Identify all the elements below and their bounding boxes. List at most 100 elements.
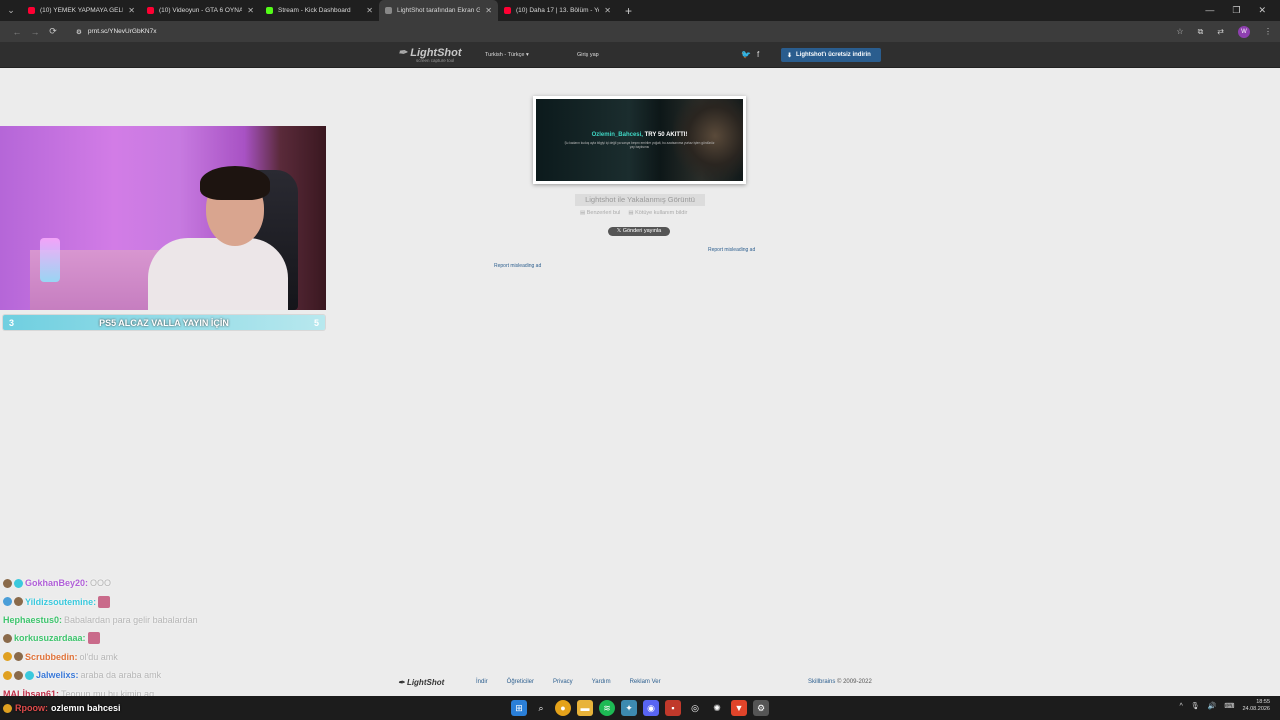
chat-message: korkusuzardaaa: [3, 629, 403, 647]
close-icon[interactable]: ✕ [247, 6, 254, 15]
screenshot-image: Ozlemin_Bahcesi, TRY 50 AKITTI! Şu kadar… [536, 99, 743, 181]
microphone-icon[interactable]: 🎙 [1191, 702, 1200, 710]
close-icon[interactable]: ✕ [366, 6, 373, 15]
bookmark-star-icon[interactable]: ☆ [1176, 27, 1183, 36]
chrome-icon[interactable]: ● [555, 700, 571, 716]
login-link[interactable]: Giriş yap [577, 52, 599, 58]
brave-icon[interactable]: ▼ [731, 700, 747, 716]
emote-icon [87, 632, 100, 645]
chat-user: Scrubbedin: [25, 651, 78, 662]
close-icon[interactable]: ✕ [485, 6, 492, 15]
maximize-icon[interactable]: ❐ [1232, 5, 1240, 16]
caption-title: Lightshot ile Yakalanmış Görüntü [575, 194, 705, 206]
badge-icon [3, 703, 12, 713]
similar-link[interactable]: ▤ Benzerleri bul [580, 210, 620, 216]
obs-icon[interactable]: ✺ [709, 700, 725, 716]
goal-current: 3 [9, 317, 15, 328]
goal-target: 5 [313, 317, 319, 328]
webcam-person [148, 238, 288, 310]
badge-icon [3, 597, 12, 607]
close-icon[interactable]: ✕ [128, 6, 135, 15]
browser-tab[interactable]: (10) YEMEK YAPMAYA GELDİK... ✕ [22, 0, 141, 21]
download-button[interactable]: ⬇ Lightshot'ı ücretsiz indirin [781, 48, 881, 62]
footer-link-advertise[interactable]: Reklam Ver [630, 679, 661, 685]
language-select[interactable]: Turkish - Türkçe ▾ [485, 52, 529, 58]
chat-user: korkusuzardaaa: [14, 633, 86, 644]
clock-time: 18:55 [1256, 699, 1270, 705]
highlight-text: ozlemın bahcesi [51, 703, 121, 713]
spotify-icon[interactable]: ≋ [599, 700, 615, 716]
menu-icon[interactable]: ⋮ [1264, 27, 1272, 36]
footer-link-privacy[interactable]: Privacy [553, 679, 573, 685]
download-icon: ⬇ [787, 52, 793, 59]
footer-link-download[interactable]: İndir [476, 679, 488, 685]
reload-icon[interactable]: ⟳ [44, 26, 62, 37]
clock[interactable]: 18:55 24.08.2026 [1242, 699, 1270, 713]
abuse-link[interactable]: ▤ Kötüye kullanım bildir [628, 210, 687, 216]
footer-logo[interactable]: ✒ LightShot [398, 678, 444, 687]
badge-icon [14, 652, 23, 662]
stream-highlight-message: Rpoow: ozlemın bahcesi [3, 703, 121, 713]
webcam-overlay [0, 126, 326, 310]
file-explorer-icon[interactable]: ▬ [577, 700, 593, 716]
youtube-icon [147, 7, 154, 14]
screenshot-frame[interactable]: Ozlemin_Bahcesi, TRY 50 AKITTI! Şu kadar… [533, 96, 746, 184]
back-icon[interactable]: ← [8, 27, 26, 37]
clock-date: 24.08.2026 [1242, 706, 1270, 712]
chat-user: GokhanBey20: [25, 578, 89, 589]
report-ad-link[interactable]: Report misleading ad [494, 263, 541, 269]
screenshot-title: Ozlemin_Bahcesi, TRY 50 AKITTI! [591, 132, 688, 138]
extensions-icon[interactable]: ⧉ [1198, 27, 1204, 37]
tab-search-icon[interactable]: ⌄ [0, 5, 22, 16]
discord-icon[interactable]: ◉ [643, 700, 659, 716]
browser-tab[interactable]: (10) Daha 17 | 13. Bölüm - YouT... ✕ [498, 0, 617, 21]
system-tray: ^ 🎙 🔊 ⌨ 18:55 24.08.2026 [1179, 699, 1270, 713]
lightshot-logo[interactable]: ✒ LightShot screen capture tool [398, 46, 462, 63]
company-link[interactable]: Skillbrains [808, 679, 835, 685]
url-field[interactable]: ⚙ prnt.sc/YNevUrGbKN7x [76, 28, 156, 36]
new-tab-icon[interactable]: + [625, 4, 632, 18]
site-info-icon[interactable]: ⚙ [76, 28, 82, 36]
window-controls: — ❐ ✕ [1205, 5, 1280, 16]
language-indicator[interactable]: ⌨ [1224, 702, 1234, 710]
close-window-icon[interactable]: ✕ [1258, 5, 1266, 16]
footer-link-help[interactable]: Yardım [592, 679, 611, 685]
report-ad-link[interactable]: Report misleading ad [708, 247, 755, 253]
browser-tab[interactable]: Stream - Kick Dashboard ✕ [260, 0, 379, 21]
recorder-icon[interactable]: ▪ [665, 700, 681, 716]
settings-icon[interactable]: ⚙ [753, 700, 769, 716]
search-icon[interactable]: ⌕ [533, 700, 549, 716]
close-icon[interactable]: ✕ [604, 6, 611, 15]
footer-link-tutorials[interactable]: Öğreticiler [507, 679, 534, 685]
translate-icon[interactable]: ⇄ [1217, 27, 1224, 36]
highlight-user: Rpoow: [15, 703, 48, 713]
browser-tab-active[interactable]: LightShot tarafından Ekran Gö... ✕ [379, 0, 498, 21]
tab-label: Stream - Kick Dashboard [278, 7, 351, 14]
profile-avatar[interactable]: W [1238, 25, 1250, 38]
badge-icon [3, 633, 12, 643]
lightshot-header: ✒ LightShot screen capture tool Turkish -… [0, 42, 1280, 68]
forward-icon[interactable]: → [26, 27, 44, 37]
caption-links: ▤ Benzerleri bul ▤ Kötüye kullanım bildi… [580, 210, 687, 216]
tab-label: (10) Daha 17 | 13. Bölüm - YouT... [516, 7, 599, 14]
tray-overflow-icon[interactable]: ^ [1179, 703, 1182, 710]
chat-text: Babalardan para gelir babalardan [64, 614, 198, 625]
badge-icon [14, 578, 23, 588]
tweet-button[interactable]: 𝕏 Gönderi yayınla [608, 227, 670, 236]
twitter-icon[interactable]: 🐦 [741, 50, 751, 59]
speaker-icon[interactable]: 🔊 [1208, 702, 1217, 710]
steam-icon[interactable]: ◎ [687, 700, 703, 716]
facebook-icon[interactable]: f [757, 50, 759, 59]
vpn-icon[interactable]: ✦ [621, 700, 637, 716]
chat-text: OOO [90, 578, 112, 589]
minimize-icon[interactable]: — [1205, 5, 1214, 16]
start-icon[interactable]: ⊞ [511, 700, 527, 716]
footer-links: İndir Öğreticiler Privacy Yardım Reklam … [476, 679, 661, 685]
chat-user: Hephaestus0: [3, 614, 63, 625]
browser-tab[interactable]: (10) Videoyun - GTA 6 OYNANI... ✕ [141, 0, 260, 21]
windows-taskbar: ⊞ ⌕ ● ▬ ≋ ✦ ◉ ▪ ◎ ✺ ▼ ⚙ ^ 🎙 🔊 ⌨ 18:55 24… [0, 696, 1280, 720]
address-bar: ← → ⟳ ⚙ prnt.sc/YNevUrGbKN7x ☆ ⧉ ⇄ W ⋮ [0, 21, 1280, 42]
footer-copyright: Skillbrains © 2009-2022 [808, 679, 872, 685]
webcam-lamp [40, 238, 60, 282]
chat-user: Yildizsoutemine: [25, 596, 97, 607]
